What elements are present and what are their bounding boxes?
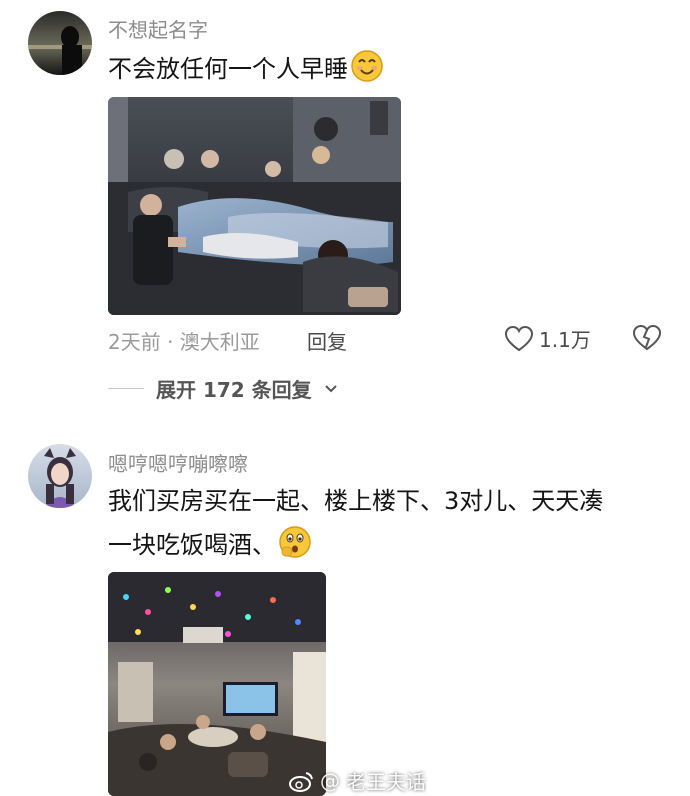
comment-text: 不会放任何一个人早睡 xyxy=(108,47,668,91)
dislike-button[interactable] xyxy=(632,324,662,351)
expand-replies-label: 展开 172 条回复 xyxy=(156,378,312,402)
comment-text-line2-wrap: 一块吃饭喝酒、 xyxy=(108,523,668,567)
broken-heart-icon xyxy=(632,324,662,351)
expand-replies-button[interactable]: 展开 172 条回复 xyxy=(108,374,338,403)
reply-button[interactable]: 回复 xyxy=(307,326,347,355)
like-count: 1.1万 xyxy=(539,328,591,352)
username[interactable]: 不想起名字 xyxy=(108,14,208,43)
smiling-face-emoji-icon xyxy=(350,49,384,83)
comment-text: 我们买房买在一起、楼上楼下、3对儿、天天凑 一块吃饭喝酒、 xyxy=(108,479,668,567)
like-button[interactable]: 1.1万 xyxy=(505,324,591,353)
weibo-icon xyxy=(289,771,313,792)
shushing-face-emoji-icon xyxy=(278,525,312,559)
comment-text-line1: 我们买房买在一起、楼上楼下、3对儿、天天凑 xyxy=(108,487,604,515)
watermark-prefix: @ xyxy=(320,768,340,793)
avatar[interactable] xyxy=(28,11,92,75)
group-on-couch-photo[interactable] xyxy=(108,97,401,315)
username[interactable]: 嗯哼嗯哼嘣嚓嚓 xyxy=(108,448,248,477)
heart-icon xyxy=(505,325,533,351)
comment-text-line2: 一块吃饭喝酒、 xyxy=(108,531,276,559)
living-room-party-photo[interactable] xyxy=(108,572,326,796)
time-location: 2天前 · 澳大利亚 xyxy=(108,330,260,354)
comment-text-content: 不会放任何一个人早睡 xyxy=(108,55,348,83)
avatar[interactable] xyxy=(28,444,92,508)
chevron-down-icon xyxy=(324,384,337,392)
weibo-watermark: @ 老王夫话 xyxy=(288,766,426,795)
divider-line xyxy=(108,388,144,389)
watermark-name: 老王夫话 xyxy=(346,770,426,794)
